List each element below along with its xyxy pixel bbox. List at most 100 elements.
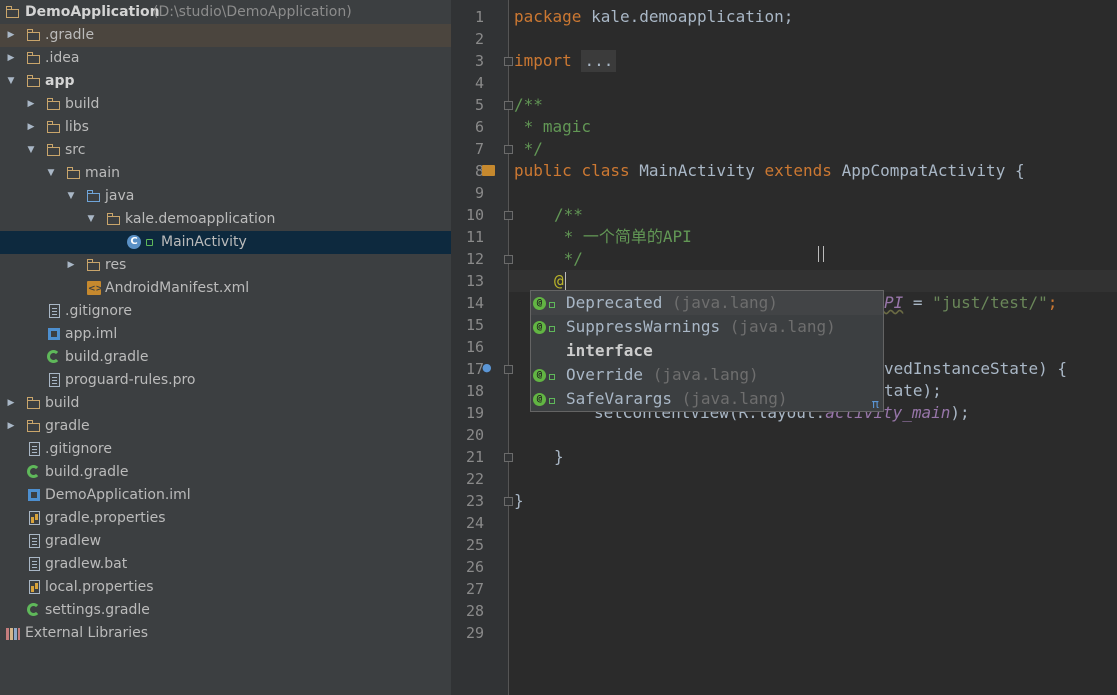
fold-marker-icon[interactable] (504, 211, 513, 220)
code-line-11: /** (554, 205, 583, 224)
override-method-icon[interactable]: ● (482, 362, 492, 374)
tree-item-app-build-gradle[interactable]: build.gradle (0, 346, 451, 369)
tree-item-demoapplication-iml[interactable]: DemoApplication.iml (0, 484, 451, 507)
pi-icon[interactable]: π (872, 397, 879, 411)
tree-item-label: .gitignore (65, 303, 132, 319)
completion-item-deprecated[interactable]: @ Deprecated (java.lang) (531, 291, 883, 315)
tree-item-label: build (45, 395, 80, 411)
mouse-text-cursor-icon (818, 246, 824, 262)
package-icon (107, 212, 121, 226)
keyword: class (581, 161, 630, 180)
completion-item-override[interactable]: @ Override (java.lang) (531, 363, 883, 387)
current-line-highlight (509, 270, 1117, 292)
libraries-icon (6, 628, 20, 640)
tree-item-gradlew-bat[interactable]: gradlew.bat (0, 553, 451, 576)
tree-item-mainactivity[interactable]: C MainActivity (0, 231, 451, 254)
code-line-3: import ... (514, 50, 617, 72)
tree-item-src[interactable]: ▼ src (0, 139, 451, 162)
tree-item-local-properties[interactable]: local.properties (0, 576, 451, 599)
tree-item-dot-gradle[interactable]: ▶ .gradle (0, 24, 451, 47)
code-line-1: package kale.demoapplication; (514, 6, 793, 28)
text-file-icon (29, 557, 40, 571)
fold-marker-icon[interactable] (504, 497, 513, 506)
completion-item-suppresswarnings[interactable]: @ SuppressWarnings (java.lang) (531, 315, 883, 339)
tree-item-app-iml[interactable]: app.iml (0, 323, 451, 346)
tree-item-gradlew[interactable]: gradlew (0, 530, 451, 553)
folder-icon (27, 419, 41, 433)
tree-item-gradle[interactable]: ▶ gradle (0, 415, 451, 438)
completion-label: SuppressWarnings (java.lang) (566, 315, 836, 339)
expand-arrow-icon[interactable]: ▶ (5, 47, 17, 70)
field-name: PI (884, 293, 904, 312)
line-number: 6 (474, 118, 484, 136)
expand-arrow-icon[interactable]: ▶ (65, 254, 77, 277)
code-line-15-visible: PI = "just/test/"; (884, 292, 1057, 314)
completion-item-safevarargs[interactable]: @ SafeVarargs (java.lang) (531, 387, 883, 411)
line-number: 27 (465, 580, 484, 598)
code-line-13: */ (554, 249, 583, 268)
code-line-14: @ (554, 271, 564, 290)
tree-item-label: libs (65, 119, 89, 135)
tree-item-label: main (85, 165, 120, 181)
line-number: 9 (474, 184, 484, 202)
completion-item-interface[interactable]: interface (531, 339, 883, 363)
tree-item-external-libraries[interactable]: External Libraries (0, 622, 451, 645)
collapse-arrow-icon[interactable]: ▼ (5, 70, 17, 93)
line-number: 19 (465, 404, 484, 422)
fold-marker-icon[interactable] (504, 365, 513, 374)
line-number: 20 (465, 426, 484, 444)
tree-item-app-build[interactable]: ▶ build (0, 93, 451, 116)
project-tree: DemoApplication (D:\studio\DemoApplicati… (0, 0, 451, 695)
completion-popup[interactable]: @ Deprecated (java.lang) @ SuppressWarni… (530, 290, 884, 412)
collapse-arrow-icon[interactable]: ▼ (45, 162, 57, 185)
editor-gutter[interactable]: 1 2 3 4 5 6 7 8 9 10 11 12 13 14 15 16 1… (451, 0, 513, 695)
semicolon: ; (1047, 293, 1058, 312)
expand-arrow-icon[interactable]: ▶ (5, 415, 17, 438)
layout-preview-icon[interactable] (482, 165, 495, 176)
tree-item-java[interactable]: ▼ java (0, 185, 451, 208)
tree-item-package[interactable]: ▼ kale.demoapplication (0, 208, 451, 231)
folder-icon (27, 396, 41, 410)
fold-marker-icon[interactable] (504, 145, 513, 154)
operator: = (903, 293, 933, 312)
code-line-6: /** (514, 95, 543, 114)
tree-item-proguard[interactable]: proguard-rules.pro (0, 369, 451, 392)
tree-item-gradle-properties[interactable]: gradle.properties (0, 507, 451, 530)
expand-arrow-icon[interactable]: ▶ (5, 24, 17, 47)
expand-arrow-icon[interactable]: ▶ (5, 392, 17, 415)
gradle-file-icon (27, 465, 40, 478)
collapse-arrow-icon[interactable]: ▼ (25, 139, 37, 162)
fold-marker-icon[interactable] (504, 57, 513, 66)
tree-item-app[interactable]: ▼ app (0, 70, 451, 93)
collapse-arrow-icon[interactable]: ▼ (85, 208, 97, 231)
line-number: 15 (465, 316, 484, 334)
annotation-icon: @ (533, 369, 546, 382)
lock-icon (146, 239, 153, 246)
line-number: 13 (465, 272, 484, 290)
tree-item-res[interactable]: ▶ res (0, 254, 451, 277)
line-number: 25 (465, 536, 484, 554)
tree-item-manifest[interactable]: AndroidManifest.xml (0, 277, 451, 301)
package-name: kale.demoapplication; (581, 7, 794, 26)
tree-item-build-gradle[interactable]: build.gradle (0, 461, 451, 484)
tree-item-demoapplication[interactable]: DemoApplication (D:\studio\DemoApplicati… (0, 1, 451, 24)
tree-item-app-gitignore[interactable]: .gitignore (0, 300, 451, 323)
tree-item-settings-gradle[interactable]: settings.gradle (0, 599, 451, 622)
tree-item-main[interactable]: ▼ main (0, 162, 451, 185)
folder-icon (47, 97, 61, 111)
expand-arrow-icon[interactable]: ▶ (25, 116, 37, 139)
expand-arrow-icon[interactable]: ▶ (25, 93, 37, 116)
tree-item-build[interactable]: ▶ build (0, 392, 451, 415)
tree-item-label: External Libraries (25, 625, 148, 641)
collapse-arrow-icon[interactable]: ▼ (65, 185, 77, 208)
tree-item-libs[interactable]: ▶ libs (0, 116, 451, 139)
fold-marker-icon[interactable] (504, 453, 513, 462)
tree-item-idea[interactable]: ▶ .idea (0, 47, 451, 70)
line-number: 7 (474, 140, 484, 158)
fold-marker-icon[interactable] (504, 255, 513, 264)
tree-item-label: app (45, 73, 75, 89)
completion-label: Deprecated (java.lang) (566, 291, 778, 315)
fold-marker-icon[interactable] (504, 101, 513, 110)
folded-imports[interactable]: ... (581, 50, 617, 72)
tree-item-gitignore[interactable]: .gitignore (0, 438, 451, 461)
